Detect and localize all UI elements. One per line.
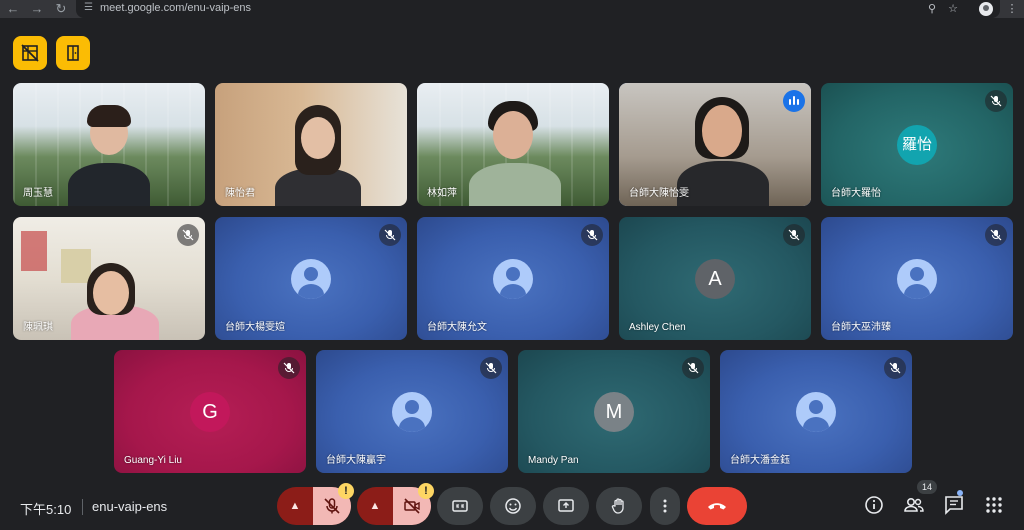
participant-tile[interactable]: 羅怡 台師大羅怡 [821,83,1013,206]
footer-divider [82,499,83,515]
reload-icon[interactable]: ↻ [52,0,70,18]
video-options-chevron-icon[interactable]: ▲ [357,487,393,525]
mic-off-icon [278,357,300,379]
participant-name: 台師大陳允文 [427,322,487,333]
participant-initial: G [190,392,230,432]
person-avatar-icon [291,259,331,299]
people-icon [904,498,924,512]
door-icon [67,45,79,61]
browser-toolbar: ← → ↻ ☰ meet.google.com/enu-vaip-ens ⚲ ☆… [0,0,1024,18]
participant-tile[interactable]: 台師大陳贏宇 [316,350,508,473]
audio-options-chevron-icon[interactable]: ▲ [277,487,313,525]
mic-off-icon [985,90,1007,112]
camera-off-icon [404,498,420,514]
emoji-icon [505,498,521,514]
participant-name: Guang-Yi Liu [124,455,182,466]
hang-up-icon [708,503,726,510]
participant-initial: A [695,259,735,299]
more-vert-icon [663,499,667,513]
participant-avatar: 羅怡 [897,125,937,165]
participant-name: Mandy Pan [528,455,579,466]
mic-off-icon [379,224,401,246]
activities-button[interactable] [981,492,1007,518]
mic-off-icon [783,224,805,246]
participant-tile[interactable]: 陳怡君 [215,83,407,206]
chat-notification-dot [957,490,963,496]
door-button[interactable] [56,36,90,70]
mic-off-icon [884,357,906,379]
back-icon[interactable]: ← [4,0,22,18]
participant-name: 陳珮琪 [23,322,53,333]
present-button[interactable] [543,487,589,525]
participant-tile[interactable]: 陳珮琪 [13,217,205,340]
mic-off-icon [581,224,603,246]
menu-kebab-icon[interactable]: ⋮ [1004,1,1020,17]
participant-name: 林如萍 [427,188,457,199]
more-options-button[interactable] [650,487,680,525]
person-avatar-icon [897,259,937,299]
chat-icon [945,496,963,515]
mic-off-icon [682,357,704,379]
participant-name: 陳怡君 [225,188,255,199]
participant-tile[interactable]: 台師大巫沛臻 [821,217,1013,340]
raise-hand-button[interactable] [596,487,642,525]
info-icon [865,496,883,514]
participant-tile[interactable]: 台師大楊雯媗 [215,217,407,340]
camera-warning-badge: ! [418,483,434,499]
captions-button[interactable] [437,487,483,525]
participant-name: 台師大楊雯媗 [225,322,285,333]
participant-tile[interactable]: 台師大陳允文 [417,217,609,340]
person-avatar-icon [392,392,432,432]
participant-name: 周玉慧 [23,188,53,199]
person-avatar-icon [493,259,533,299]
participant-name: 台師大巫沛臻 [831,322,891,333]
mic-warning-badge: ! [338,483,354,499]
address-bar-url[interactable]: meet.google.com/enu-vaip-ens [100,2,251,14]
forward-icon[interactable]: → [28,0,46,18]
speaking-indicator-icon [783,90,805,112]
present-screen-icon [558,499,574,512]
participant-name: Ashley Chen [629,322,686,333]
zoom-icon[interactable]: ⚲ [924,1,940,17]
meeting-details-button[interactable] [861,492,887,518]
participant-tile-active-speaker[interactable]: 台師大陳怡雯 [619,83,811,206]
raise-hand-icon [611,498,624,514]
grid-off-icon [21,44,39,62]
participant-tile[interactable]: 林如萍 [417,83,609,206]
meeting-code: enu-vaip-ens [92,499,168,514]
participant-tile[interactable]: A Ashley Chen [619,217,811,340]
participant-tile[interactable]: G Guang-Yi Liu [114,350,306,473]
mic-off-icon [480,357,502,379]
meeting-clock: 下午5:10 [20,502,72,517]
mic-off-icon [324,498,340,514]
bookmark-star-icon[interactable]: ☆ [945,1,961,17]
apps-grid-icon [986,497,1002,513]
person-avatar-icon [796,392,836,432]
participant-initial: M [594,392,634,432]
closed-captions-icon [452,500,468,512]
site-info-icon[interactable]: ☰ [84,2,96,14]
participant-tile[interactable]: M Mandy Pan [518,350,710,473]
participant-name: 台師大潘金鈺 [730,455,790,466]
participant-name: 台師大羅怡 [831,188,881,199]
mic-off-icon [177,224,199,246]
participant-name: 台師大陳怡雯 [629,188,689,199]
profile-avatar-icon[interactable] [979,2,993,16]
leave-call-button[interactable] [687,487,747,525]
participant-tile[interactable]: 周玉慧 [13,83,205,206]
participant-tile[interactable]: 台師大潘金鈺 [720,350,912,473]
chat-button[interactable] [941,492,967,518]
grid-off-button[interactable] [13,36,47,70]
people-button[interactable] [901,492,927,518]
participant-name: 台師大陳贏宇 [326,455,386,466]
reactions-button[interactable] [490,487,536,525]
mic-off-icon [985,224,1007,246]
